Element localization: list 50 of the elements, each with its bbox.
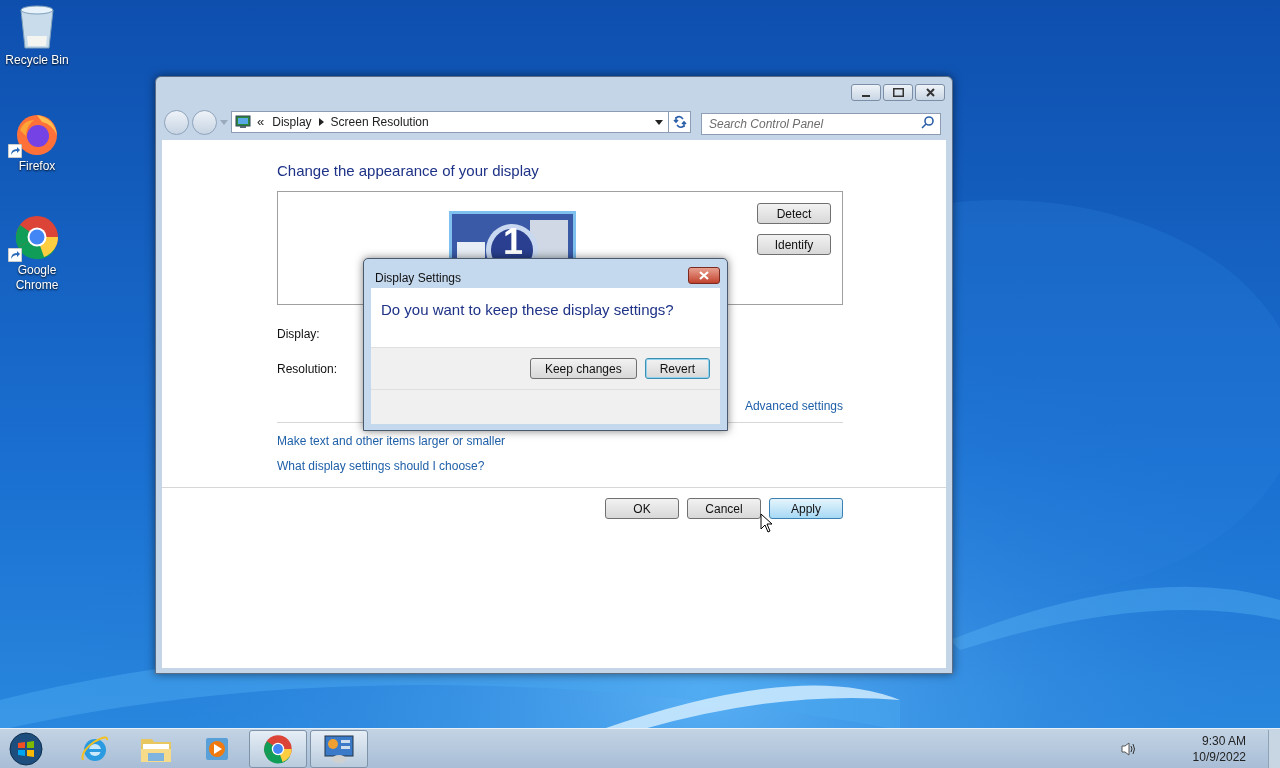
dialog-button[interactable]: Keep changes (529, 358, 637, 379)
breadcrumb-item[interactable]: Screen Resolution (330, 113, 429, 131)
dialog-button[interactable]: Revert (644, 358, 710, 379)
search-field[interactable]: Search Control Panel (701, 113, 941, 135)
dropdown-arrow-icon (220, 119, 228, 125)
maximize-icon (892, 88, 904, 97)
dialog-question: Do you want to keep these display settings? (381, 300, 675, 320)
dialog-button[interactable]: Apply (769, 498, 843, 519)
close-icon (925, 88, 935, 97)
close-button[interactable] (915, 84, 945, 101)
help-link[interactable]: Make text and other items larger or smaller (277, 432, 506, 447)
advanced-settings-link[interactable]: Advanced settings (744, 397, 843, 415)
breadcrumb-item[interactable]: Display (272, 113, 312, 131)
taskbar-button[interactable] (310, 729, 368, 768)
clock-time: 9:30 AM (1201, 732, 1246, 749)
panel-button[interactable]: Identify (757, 234, 831, 255)
breadcrumb-chevron[interactable]: « (257, 112, 265, 132)
clock[interactable]: 9:30 AM 10/9/2022 (1192, 732, 1246, 765)
taskbar-button[interactable] (249, 729, 307, 768)
chrome-icon (263, 733, 293, 764)
maximize-button[interactable] (883, 84, 913, 101)
breadcrumb-arrow-icon[interactable] (318, 118, 324, 126)
desktop-icon-label[interactable]: Recycle Bin (4, 53, 70, 68)
panel-button[interactable]: Detect (757, 203, 831, 224)
dialog-button[interactable]: OK (605, 498, 679, 519)
control-panel-icon (323, 733, 355, 764)
close-button[interactable] (688, 267, 720, 284)
browser-e-icon (80, 733, 110, 764)
clock-date: 10/9/2022 (1192, 748, 1246, 765)
field-label: Resolution: (277, 361, 338, 375)
desktop-icon-label[interactable]: Firefox (4, 159, 70, 174)
monitor-number: 1 (503, 222, 524, 262)
volume-icon[interactable] (1120, 741, 1138, 756)
page-heading: Change the appearance of your display (277, 161, 540, 181)
close-icon (699, 271, 709, 280)
refresh-button[interactable] (669, 111, 691, 133)
dropdown-arrow-icon[interactable] (655, 119, 663, 125)
refresh-icon (672, 115, 687, 129)
field-label: Display: (277, 326, 320, 340)
dialog-button[interactable]: Cancel (687, 498, 761, 519)
desktop-icon-label[interactable]: Google Chrome (4, 263, 70, 293)
cursor-icon (760, 513, 773, 533)
monitor-icon (235, 115, 251, 129)
search-icon (921, 116, 934, 129)
help-link[interactable]: What display settings should I choose? (277, 457, 485, 472)
shortcut-arrow-icon (8, 144, 22, 158)
address-bar[interactable]: « Display Screen Resolution (231, 111, 669, 133)
shortcut-arrow-icon (8, 248, 22, 262)
minimize-button[interactable] (851, 84, 881, 101)
start-orb-icon (9, 731, 43, 766)
